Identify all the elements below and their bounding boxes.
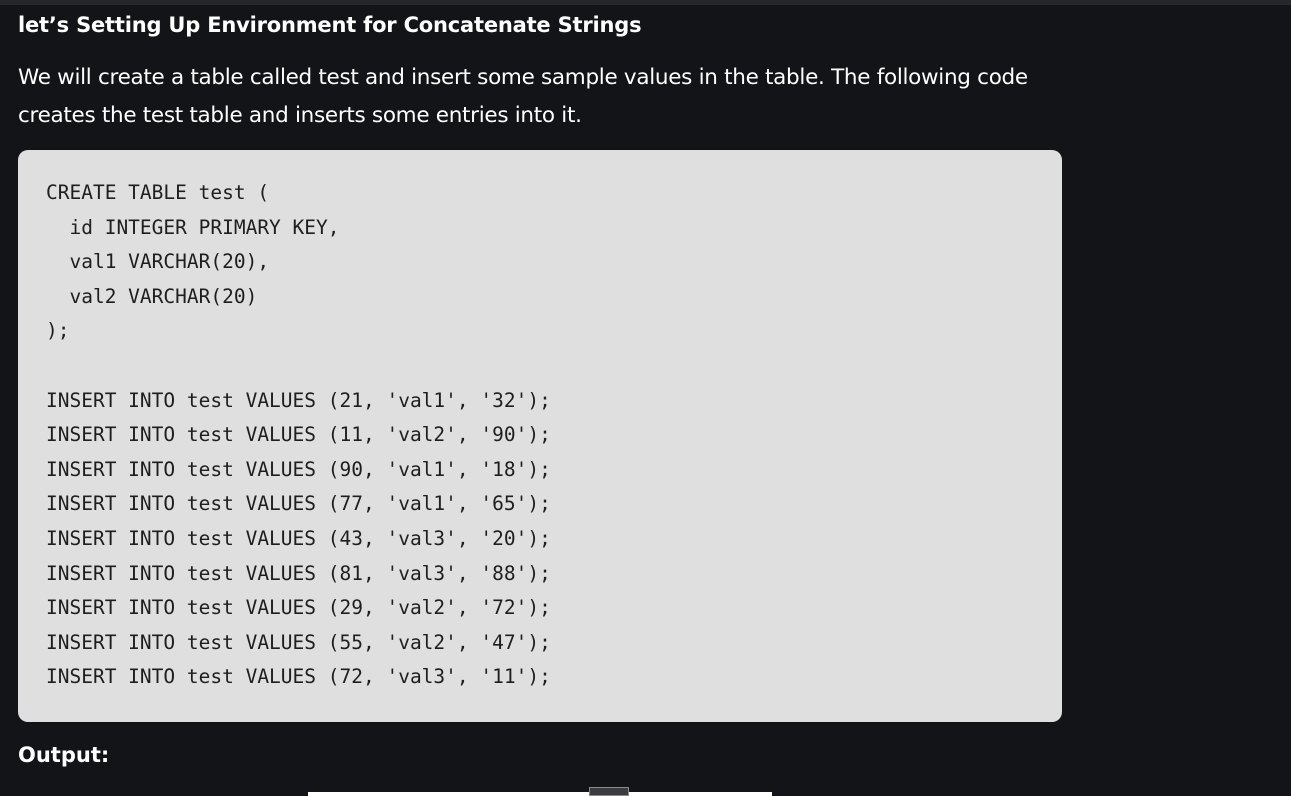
output-image — [308, 792, 772, 796]
top-divider — [0, 0, 1291, 5]
code-line: ); — [46, 319, 70, 343]
code-line: INSERT INTO test VALUES (43, 'val3', '20… — [46, 526, 551, 550]
code-line: INSERT INTO test VALUES (90, 'val1', '18… — [46, 457, 551, 481]
code-line: val1 VARCHAR(20), — [46, 250, 270, 274]
output-label: Output: — [18, 743, 110, 767]
code-block[interactable]: CREATE TABLE test ( id INTEGER PRIMARY K… — [18, 150, 1062, 722]
output-image-handle — [589, 787, 629, 796]
code-line: INSERT INTO test VALUES (11, 'val2', '90… — [46, 423, 551, 447]
section-heading: let’s Setting Up Environment for Concate… — [18, 13, 642, 37]
code-line: val2 VARCHAR(20) — [46, 284, 258, 308]
code-line: CREATE TABLE test ( — [46, 181, 270, 204]
code-line: INSERT INTO test VALUES (77, 'val1', '65… — [46, 492, 551, 516]
code-line: INSERT INTO test VALUES (21, 'val1', '32… — [46, 388, 551, 412]
code-line: INSERT INTO test VALUES (55, 'val2', '47… — [46, 630, 551, 654]
code-line: INSERT INTO test VALUES (29, 'val2', '72… — [46, 596, 551, 620]
intro-paragraph: We will create a table called test and i… — [18, 65, 1028, 128]
code-line: id INTEGER PRIMARY KEY, — [46, 215, 340, 239]
code-line: INSERT INTO test VALUES (81, 'val3', '88… — [46, 561, 551, 585]
code-line: INSERT INTO test VALUES (72, 'val3', '11… — [46, 665, 551, 689]
